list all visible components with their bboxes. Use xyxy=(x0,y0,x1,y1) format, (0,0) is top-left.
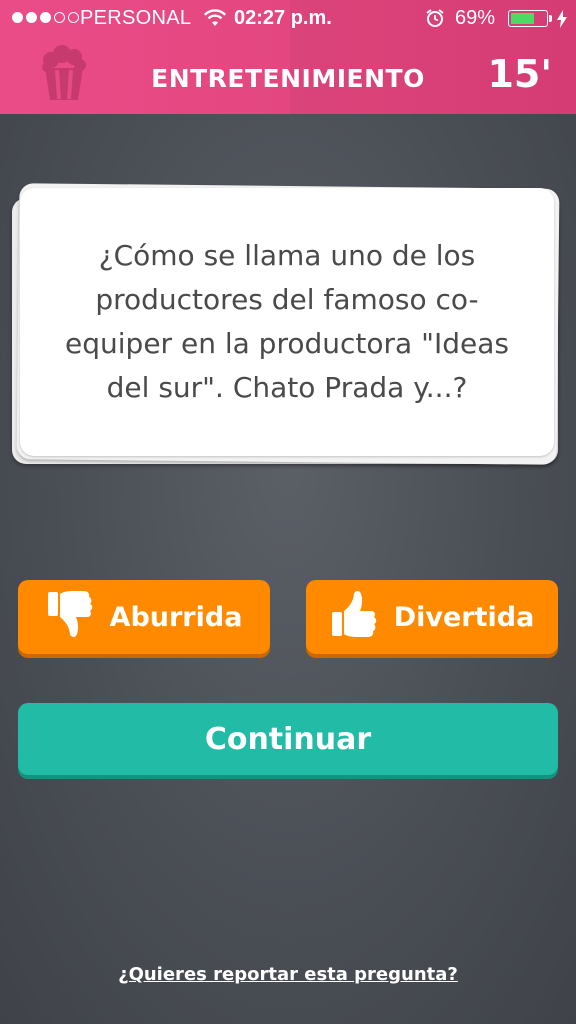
battery-fill xyxy=(511,13,535,24)
clock-time: 02:27 p.m. xyxy=(234,7,332,29)
question-card: ¿Cómo se llama uno de los productores de… xyxy=(20,188,554,456)
question-text: ¿Cómo se llama uno de los productores de… xyxy=(65,239,509,404)
countdown-timer: 15' xyxy=(487,52,552,96)
category-header: PERSONAL 02:27 p.m. 69% ENTRETENIMIENTO … xyxy=(0,0,576,114)
continue-button[interactable]: Continuar xyxy=(18,703,558,775)
boring-label: Aburrida xyxy=(109,601,243,633)
thumbs-up-icon xyxy=(330,588,394,647)
battery-percent: 69% xyxy=(455,7,496,29)
report-question-link[interactable]: ¿Quieres reportar esta pregunta? xyxy=(0,964,576,985)
signal-strength-icon xyxy=(12,12,79,23)
alarm-icon xyxy=(425,8,445,34)
wifi-icon xyxy=(203,8,227,34)
rate-fun-button[interactable]: Divertida xyxy=(306,580,558,654)
battery-tip xyxy=(549,15,552,22)
continue-label: Continuar xyxy=(204,721,372,757)
fun-label: Divertida xyxy=(393,601,535,633)
question-card-stack: ¿Cómo se llama uno de los productores de… xyxy=(10,178,562,468)
battery-icon xyxy=(508,10,548,27)
charging-bolt-icon xyxy=(556,9,568,35)
carrier-name: PERSONAL xyxy=(80,7,192,29)
status-bar: PERSONAL 02:27 p.m. 69% xyxy=(0,0,576,36)
rate-boring-button[interactable]: Aburrida xyxy=(18,580,270,654)
thumbs-down-icon xyxy=(46,588,110,647)
